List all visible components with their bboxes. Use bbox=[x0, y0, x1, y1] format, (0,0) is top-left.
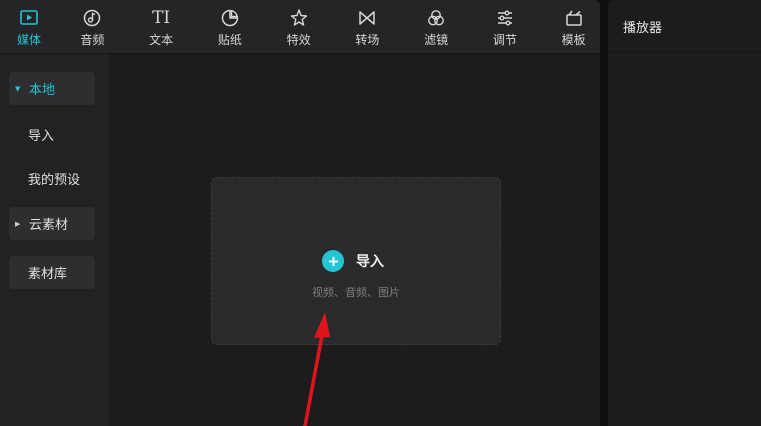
import-button[interactable]: 导入 bbox=[322, 250, 384, 272]
sidebar-item-local[interactable]: ▼ 本地 bbox=[9, 72, 95, 105]
tab-filter[interactable]: 滤镜 bbox=[402, 0, 471, 53]
tab-effects[interactable]: 特效 bbox=[264, 0, 333, 53]
tab-label: 文本 bbox=[149, 33, 174, 47]
tab-template[interactable]: 模板 bbox=[539, 0, 600, 53]
sticker-icon bbox=[219, 7, 241, 29]
tab-transition[interactable]: 转场 bbox=[333, 0, 402, 53]
media-play-icon bbox=[18, 7, 40, 29]
player-title: 播放器 bbox=[608, 0, 761, 53]
media-content-area: 导入 视频、音频、图片 bbox=[111, 54, 600, 426]
top-toolbar: 媒体 音频 TI 文本 贴纸 特效 转场 滤镜 调节 模板 bbox=[0, 0, 600, 54]
text-ti-icon: TI bbox=[152, 8, 171, 28]
tab-adjust[interactable]: 调节 bbox=[471, 0, 540, 53]
tab-label: 调节 bbox=[492, 33, 517, 47]
tab-label: 媒体 bbox=[16, 33, 41, 47]
import-hint: 视频、音频、图片 bbox=[312, 286, 400, 299]
import-drop-zone[interactable]: 导入 视频、音频、图片 bbox=[211, 177, 501, 345]
adjust-sliders-icon bbox=[494, 7, 516, 29]
sidebar-item-label: 素材库 bbox=[28, 267, 68, 282]
tab-label: 特效 bbox=[286, 33, 311, 47]
media-panel: 媒体 音频 TI 文本 贴纸 特效 转场 滤镜 调节 模板 ▼ 本地 导入 我的… bbox=[0, 0, 600, 426]
media-sidebar: ▼ 本地 导入 我的预设 ▶ 云素材 素材库 bbox=[0, 54, 111, 426]
tab-label: 贴纸 bbox=[217, 33, 242, 47]
import-label: 导入 bbox=[356, 254, 384, 270]
effects-star-icon bbox=[288, 7, 310, 29]
sidebar-item-my-presets[interactable]: 我的预设 bbox=[9, 162, 95, 195]
tab-media[interactable]: 媒体 bbox=[0, 0, 58, 53]
transition-bowtie-icon bbox=[356, 7, 378, 29]
tab-text[interactable]: TI 文本 bbox=[127, 0, 196, 53]
player-panel: 播放器 bbox=[608, 0, 761, 426]
tab-label: 模板 bbox=[561, 33, 586, 47]
tab-label: 转场 bbox=[355, 33, 380, 47]
filter-circles-icon bbox=[425, 7, 447, 29]
tab-audio[interactable]: 音频 bbox=[58, 0, 127, 53]
triangle-right-icon: ▶ bbox=[15, 219, 21, 228]
triangle-down-icon: ▼ bbox=[15, 84, 21, 93]
sidebar-item-label: 我的预设 bbox=[28, 173, 81, 188]
plus-icon bbox=[322, 250, 344, 272]
sidebar-item-label: 云素材 bbox=[29, 218, 69, 233]
sidebar-item-label: 导入 bbox=[28, 129, 55, 144]
template-icon bbox=[563, 7, 585, 29]
sidebar-item-cloud-assets[interactable]: ▶ 云素材 bbox=[9, 207, 95, 240]
sidebar-item-label: 本地 bbox=[29, 83, 56, 98]
tab-label: 音频 bbox=[80, 33, 105, 47]
sidebar-item-asset-library[interactable]: 素材库 bbox=[9, 256, 95, 289]
audio-note-icon bbox=[81, 7, 103, 29]
tab-sticker[interactable]: 贴纸 bbox=[196, 0, 265, 53]
tab-label: 滤镜 bbox=[424, 33, 449, 47]
sidebar-item-import[interactable]: 导入 bbox=[9, 118, 95, 151]
